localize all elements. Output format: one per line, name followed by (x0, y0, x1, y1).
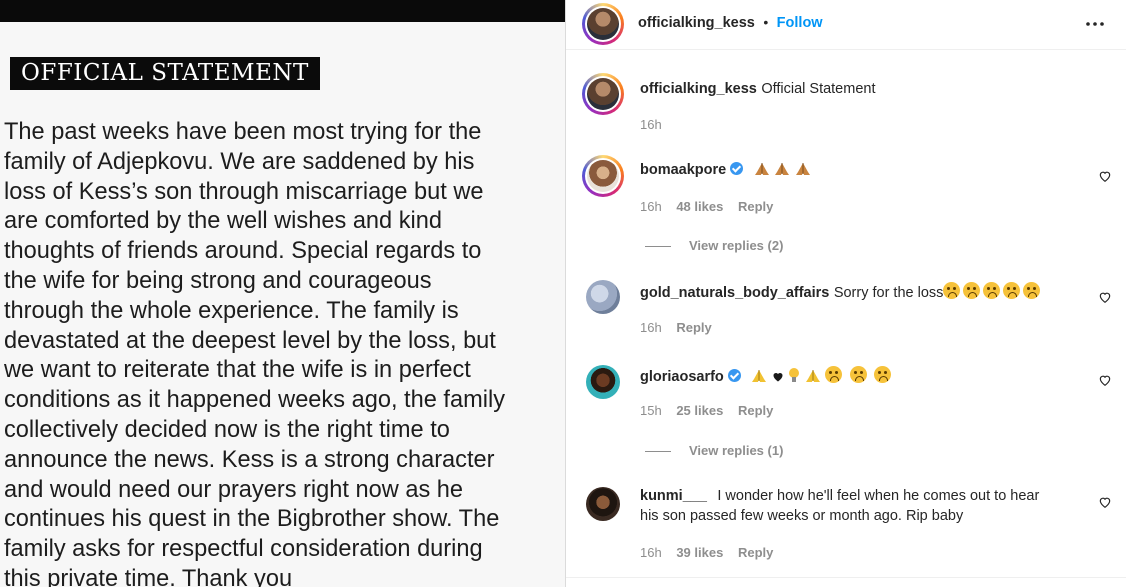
statement-line: devastated at the deepest level by the l… (4, 327, 496, 354)
comment-username[interactable]: gold_naturals_body_affairs (640, 285, 829, 301)
sad-face-icon (849, 366, 867, 383)
comment-avatar[interactable] (586, 280, 620, 314)
view-replies-button[interactable]: View replies (2) (645, 238, 783, 253)
sad-face-icon (983, 282, 1001, 299)
sad-face-icon (963, 282, 981, 299)
comment-time: 15h (640, 403, 662, 418)
folded-hands-icon (775, 163, 790, 175)
reply-button[interactable]: Reply (738, 403, 773, 418)
reply-button[interactable]: Reply (676, 320, 711, 335)
comment-avatar[interactable] (586, 365, 620, 399)
like-heart-icon[interactable] (1098, 290, 1112, 304)
view-replies-line (645, 451, 671, 453)
image-top-bar (0, 0, 565, 22)
comment-avatar[interactable] (582, 155, 624, 197)
view-replies-line (645, 246, 671, 248)
statement-body: The past weeks have been most trying for… (4, 118, 560, 587)
comment-time: 16h (640, 320, 662, 335)
statement-line: conditions as it happened weeks ago, the… (4, 387, 506, 414)
comment-username[interactable]: bomaakpore (640, 162, 726, 178)
statement-line: loss of Kess’s son through miscarriage b… (4, 178, 484, 205)
comment-emoji (751, 366, 894, 385)
comment-emoji (943, 282, 1043, 301)
caption-username[interactable]: officialking_kess (640, 81, 757, 97)
folded-hands-icon (752, 370, 767, 382)
statement-line: announce the news. Kess is a strong char… (4, 446, 495, 473)
comment-row: kunmi___ I wonder how he'll feel when he… (640, 487, 1039, 505)
comment-text-continued: his son passed few weeks or month ago. R… (640, 508, 964, 524)
folded-hands-icon (795, 163, 810, 175)
statement-title: OFFICIAL STATEMENT (10, 57, 320, 90)
comment-likes[interactable]: 48 likes (676, 199, 723, 214)
statement-line: collectively decided now is the right ti… (4, 416, 450, 443)
caption-text: Official Statement (761, 81, 876, 97)
sad-face-icon (943, 282, 961, 299)
comment-likes[interactable]: 25 likes (676, 403, 723, 418)
like-heart-icon[interactable] (1098, 373, 1112, 387)
like-heart-icon[interactable] (1098, 169, 1112, 183)
statement-line: continues his quest in the Bigbrother sh… (4, 506, 500, 533)
caption-avatar[interactable] (582, 73, 624, 115)
comment-text: I wonder how he'll feel when he comes ou… (717, 488, 1040, 504)
verified-badge-icon (727, 369, 741, 382)
like-heart-icon[interactable] (1098, 495, 1112, 509)
sad-face-icon (1023, 282, 1041, 299)
comment-row: bomaakpore (640, 161, 811, 179)
reply-button[interactable]: Reply (738, 199, 773, 214)
statement-line: and would need our prayers right now as … (4, 476, 464, 503)
statement-line: we want to reiterate that the wife is in… (4, 357, 471, 384)
post-image: OFFICIAL STATEMENT The past weeks have b… (0, 0, 565, 587)
comments-bottom-divider (566, 577, 1126, 578)
comment-emoji (754, 161, 811, 178)
statement-line: are comforted by the well wishes and kin… (4, 208, 443, 235)
sad-face-icon (1003, 282, 1021, 299)
caption-time: 16h (640, 117, 662, 132)
comment-row: gloriaosarfo (640, 366, 894, 386)
statement-line: The past weeks have been most trying for… (4, 119, 482, 145)
folded-hands-icon (805, 370, 820, 382)
comment-meta: 15h 25 likes Reply (640, 403, 773, 418)
comment-likes[interactable]: 39 likes (676, 545, 723, 560)
view-replies-button[interactable]: View replies (1) (645, 443, 783, 458)
tired-face-icon (825, 366, 843, 383)
comment-row: gold_naturals_body_affairs Sorry for the… (640, 282, 1043, 302)
statement-line: thoughts of friends around. Special rega… (4, 238, 482, 265)
light-bulb-icon (789, 368, 800, 382)
comment-text: Sorry for the loss (833, 285, 944, 301)
statement-line: family asks for respectful consideration… (4, 536, 483, 563)
statement-line: the wife for being strong and courageous (4, 267, 432, 294)
comment-meta: 16h 48 likes Reply (640, 199, 773, 214)
verified-badge-icon (730, 162, 744, 175)
comment-username[interactable]: kunmi___ (640, 488, 707, 504)
comment-time: 16h (640, 199, 662, 214)
caption: officialking_kess Official Statement (640, 80, 876, 98)
folded-hands-icon (754, 163, 769, 175)
statement-line: through the whole experience. The family… (4, 297, 459, 324)
statement-line: this private time. Thank you (4, 565, 293, 587)
comment-meta: 16h 39 likes Reply (640, 545, 773, 560)
reply-button[interactable]: Reply (738, 545, 773, 560)
comment-time: 16h (640, 545, 662, 560)
statement-line: family of Adjepkovu. We are saddened by … (4, 148, 475, 175)
tired-face-icon (873, 366, 891, 383)
comment-meta: 16h Reply (640, 320, 712, 335)
heart-icon (773, 373, 783, 382)
comments-list: officialking_kess Official Statement 16h… (566, 0, 1126, 587)
comment-avatar[interactable] (586, 487, 620, 521)
comment-username[interactable]: gloriaosarfo (640, 369, 724, 385)
